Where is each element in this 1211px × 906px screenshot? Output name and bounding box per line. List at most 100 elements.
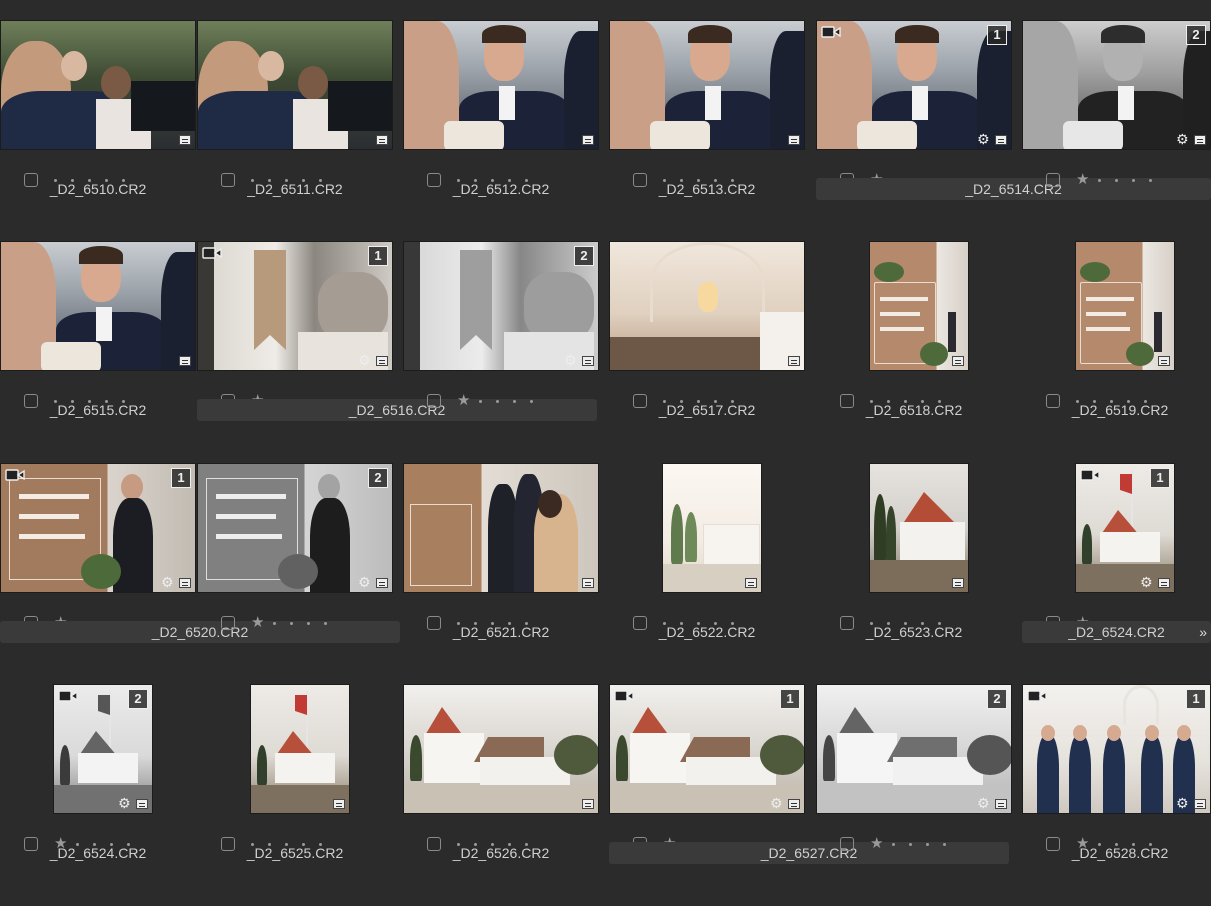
thumbnail-cell[interactable]: 2 ⚙ ★ [816, 684, 1022, 906]
note-icon [179, 356, 191, 366]
note-icon [333, 799, 345, 809]
thumbnail-image[interactable] [0, 20, 196, 150]
select-checkbox[interactable] [840, 837, 854, 851]
thumbnail-cell[interactable] [816, 241, 1022, 463]
file-name: _D2_6518.CR2 [865, 402, 963, 418]
thumbnail-cell[interactable] [609, 463, 815, 685]
thumbnail-image[interactable] [250, 684, 350, 814]
rating-dot[interactable] [1132, 178, 1136, 182]
thumbnail-cell[interactable] [609, 241, 815, 463]
thumbnail-image[interactable]: 2 ⚙ [816, 684, 1012, 814]
file-name: _D2_6512.CR2 [452, 181, 550, 197]
thumbnail-cell[interactable]: 1⚙★ [1022, 463, 1211, 685]
file-name: _D2_6515.CR2 [49, 402, 147, 418]
note-icon [745, 578, 757, 588]
thumbnail-image[interactable]: 1 ⚙ [816, 20, 1012, 150]
rating-row: ★ [427, 391, 547, 411]
gear-icon: ⚙ [770, 795, 783, 811]
file-name: _D2_6524.CR2 [49, 845, 147, 861]
rating-dot[interactable] [479, 399, 483, 403]
rating-dot[interactable] [273, 621, 277, 625]
thumbnail-image[interactable] [609, 20, 805, 150]
thumbnail-image[interactable] [197, 20, 393, 150]
rating-star-icon[interactable]: ★ [870, 836, 883, 851]
rating-dot[interactable] [324, 621, 328, 625]
thumbnail-image[interactable]: 2 ⚙ [1022, 20, 1211, 150]
thumbnail-image[interactable] [403, 684, 599, 814]
note-icon [179, 135, 191, 145]
file-name: _D2_6525.CR2 [246, 845, 344, 861]
thumbnail-cell[interactable]: 2 ⚙ ★ [197, 463, 403, 685]
note-icon [952, 578, 964, 588]
gear-icon: ⚙ [358, 574, 371, 590]
thumbnail-image[interactable] [609, 241, 805, 371]
rating-star-icon[interactable]: ★ [1076, 172, 1089, 187]
rating-dot[interactable] [530, 399, 534, 403]
thumbnail-image[interactable]: 2 ⚙ [403, 241, 599, 371]
select-checkbox[interactable] [1046, 173, 1060, 187]
rating-dot[interactable] [290, 621, 294, 625]
thumbnail-cell[interactable]: 1⚙★ [816, 20, 1022, 242]
rating-dot[interactable] [909, 842, 913, 846]
thumbnail-cell[interactable]: 1⚙★ [609, 684, 815, 906]
rating-dot[interactable] [1149, 178, 1153, 182]
stack-count-badge: 1 [780, 689, 800, 709]
thumbnail-image[interactable] [869, 241, 969, 371]
note-icon [995, 799, 1007, 809]
thumbnail-cell[interactable] [403, 20, 609, 242]
thumbnail-image[interactable] [403, 463, 599, 593]
thumbnail-image[interactable] [403, 20, 599, 150]
rating-star-icon[interactable]: ★ [457, 393, 470, 408]
note-icon [995, 135, 1007, 145]
thumbnail-cell[interactable] [0, 241, 206, 463]
select-checkbox[interactable] [221, 616, 235, 630]
rating-dot[interactable] [926, 842, 930, 846]
thumbnail-cell[interactable] [1022, 241, 1211, 463]
thumbnail-image[interactable] [662, 463, 762, 593]
thumbnail-cell[interactable]: 2 ⚙ ★ [0, 684, 206, 906]
thumbnail-cell[interactable] [0, 20, 206, 242]
thumbnail-image[interactable]: 1 ⚙ [1022, 684, 1211, 814]
video-camera-icon [1027, 690, 1047, 702]
thumbnail-image[interactable] [869, 463, 969, 593]
thumbnail-image[interactable] [1075, 241, 1175, 371]
thumbnail-cell[interactable] [816, 463, 1022, 685]
select-checkbox[interactable] [427, 394, 441, 408]
thumbnail-image[interactable]: 1 ⚙ [1075, 463, 1175, 593]
video-camera-icon [1080, 469, 1100, 481]
rating-dot[interactable] [307, 621, 311, 625]
file-name: _D2_6511.CR2 [247, 181, 343, 197]
thumbnail-cell[interactable]: 1⚙★ [0, 463, 206, 685]
gear-icon: ⚙ [977, 795, 990, 811]
thumbnail-image[interactable]: 2 ⚙ [197, 463, 393, 593]
thumbnail-cell[interactable]: 2 ⚙ ★ [403, 241, 609, 463]
note-icon [582, 356, 594, 366]
rating-dot[interactable] [1098, 178, 1102, 182]
stack-count-badge: 2 [128, 689, 148, 709]
stack-count-badge: 1 [368, 246, 388, 266]
thumbnail-image[interactable]: 2 ⚙ [53, 684, 153, 814]
thumbnail-image[interactable] [0, 241, 196, 371]
note-icon [1194, 135, 1206, 145]
rating-dot[interactable] [943, 842, 947, 846]
thumbnail-cell[interactable]: 2 ⚙ ★ [1022, 20, 1211, 242]
thumbnail-cell[interactable] [197, 20, 403, 242]
file-name: _D2_6519.CR2 [1071, 402, 1169, 418]
thumbnail-cell[interactable] [403, 463, 609, 685]
rating-dot[interactable] [513, 399, 517, 403]
thumbnail-cell[interactable]: 1⚙★ [197, 241, 403, 463]
rating-dot[interactable] [496, 399, 500, 403]
rating-dot[interactable] [892, 842, 896, 846]
thumbnail-cell[interactable]: 1⚙★ [1022, 684, 1211, 906]
rating-star-icon[interactable]: ★ [251, 615, 264, 630]
thumbnail-cell[interactable] [609, 20, 815, 242]
note-icon [788, 135, 800, 145]
rating-row: ★ [221, 613, 341, 633]
thumbnail-cell[interactable] [197, 684, 403, 906]
thumbnail-cell[interactable] [403, 684, 609, 906]
expand-stack-icon[interactable]: » [1199, 624, 1207, 640]
rating-dot[interactable] [1115, 178, 1119, 182]
thumbnail-image[interactable]: 1 ⚙ [197, 241, 393, 371]
thumbnail-image[interactable]: 1 ⚙ [609, 684, 805, 814]
thumbnail-image[interactable]: 1 ⚙ [0, 463, 196, 593]
